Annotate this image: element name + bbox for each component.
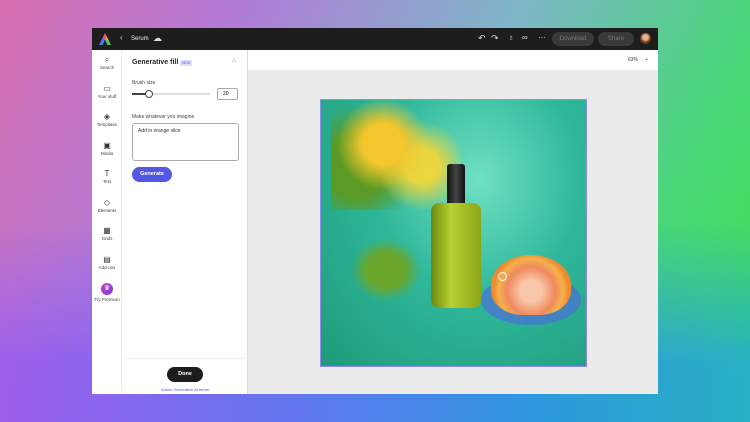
app-window: ‹ Serum ☁ ↶ ↷ ♁ ∞ ··· Download Share ⌕ Se… [92, 28, 658, 394]
elements-icon: ◇ [103, 197, 111, 207]
undo-icon[interactable]: ↶ [478, 33, 486, 44]
bottle [431, 203, 481, 308]
folder-icon: ▭ [103, 83, 111, 93]
top-bar: ‹ Serum ☁ ↶ ↷ ♁ ∞ ··· Download Share [92, 28, 658, 50]
rail-item-search[interactable]: ⌕ Search [92, 55, 122, 70]
search-icon: ⌕ [104, 55, 110, 64]
brush-size-input[interactable]: 20 [217, 88, 238, 100]
zoom-level[interactable]: 63% [628, 57, 638, 63]
rail-item-grids[interactable]: ▦ Grids [92, 226, 122, 241]
flowers [331, 100, 461, 210]
rail-item-label: Your stuff [97, 93, 117, 99]
new-badge: NEW [180, 60, 193, 66]
panel-title: Generative fill [132, 59, 179, 66]
brush-size-slider[interactable] [132, 90, 210, 98]
rail-item-elements[interactable]: ◇ Elements [92, 198, 122, 213]
prompt-label: Make whatever you imagine [132, 114, 195, 120]
orange-slice [491, 255, 571, 315]
rail-item-label: Templates [96, 122, 118, 127]
rail-item-media[interactable]: ▣ Media [92, 141, 122, 156]
leaves [341, 230, 431, 310]
link-icon[interactable]: ∞ [522, 33, 528, 42]
templates-icon: ◈ [103, 112, 111, 121]
prompt-textarea[interactable]: Add in orange slice [132, 123, 239, 161]
rail-item-try-premium[interactable]: ♛ Try Premium [92, 283, 122, 302]
rail-item-label: Grids [101, 236, 113, 241]
generative-ai-terms-link[interactable]: Adobe Generative AI terms [122, 387, 248, 392]
canvas-toolbar: 63% ⌄ [248, 50, 658, 70]
rail-item-label: Media [100, 150, 114, 156]
adobe-express-logo[interactable] [99, 33, 111, 45]
chevron-down-icon[interactable]: ⌄ [644, 55, 649, 62]
text-icon: T [104, 169, 110, 178]
rail-item-add-ons[interactable]: ▤ Add-ons [92, 255, 122, 270]
rail-item-text[interactable]: T Text [92, 169, 122, 184]
canvas-image[interactable] [320, 99, 587, 367]
addons-icon: ▤ [103, 254, 111, 264]
generate-button[interactable]: Generate [132, 167, 172, 182]
avatar[interactable] [640, 33, 651, 44]
grid-icon: ▦ [103, 226, 111, 235]
bottle-cap [447, 164, 465, 204]
rail-item-label: Try Premium [94, 297, 120, 302]
rail-item-label: Search [99, 65, 115, 70]
document-title[interactable]: Serum [131, 36, 149, 42]
rail-item-label: Text [102, 179, 112, 184]
back-icon[interactable]: ‹ [120, 33, 123, 42]
reset-icon[interactable]: ⌂ [232, 57, 236, 64]
done-button[interactable]: Done [167, 367, 203, 382]
brush-size-label: Brush size [132, 80, 156, 86]
media-icon: ▣ [103, 140, 111, 150]
redo-icon[interactable]: ↷ [491, 33, 499, 44]
crown-icon: ♛ [101, 283, 113, 295]
rail-item-templates[interactable]: ◈ Templates [92, 112, 122, 127]
divider [122, 358, 248, 359]
rail-item-label: Add-ons [98, 264, 116, 270]
generative-fill-panel: Generative fill NEW ⌂ Brush size 20 Make… [122, 50, 248, 394]
download-button[interactable]: Download [552, 32, 594, 46]
left-rail: ⌕ Search ▭ Your stuff ◈ Templates ▣ Media T Text ◇… [92, 50, 122, 394]
lightbulb-icon[interactable]: ♁ [508, 33, 514, 42]
brush-cursor [498, 272, 507, 281]
share-button[interactable]: Share [598, 32, 634, 46]
rail-item-your-stuff[interactable]: ▭ Your stuff [92, 84, 122, 99]
rail-item-label: Elements [97, 207, 117, 213]
more-icon[interactable]: ··· [538, 33, 546, 42]
slider-thumb[interactable] [145, 90, 154, 98]
cloud-icon[interactable]: ☁ [153, 33, 162, 44]
